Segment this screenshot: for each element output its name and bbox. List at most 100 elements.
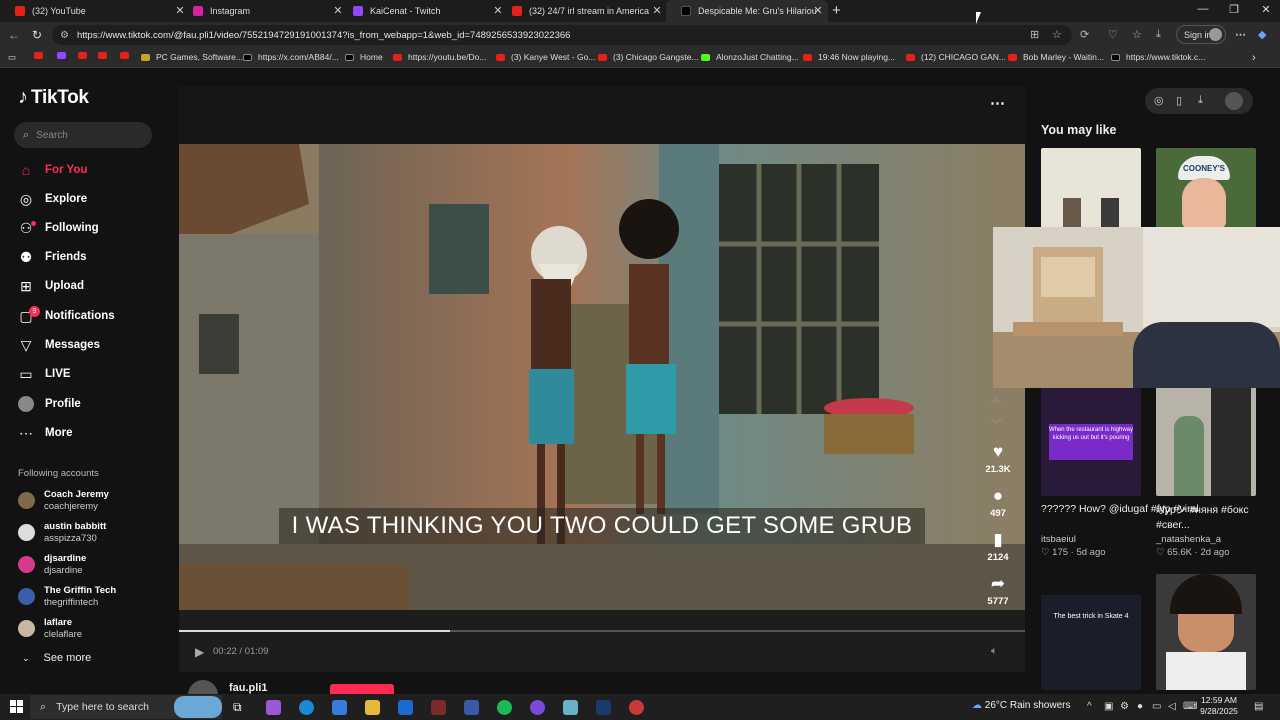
- chevron-up-icon[interactable]: ︿: [991, 390, 1002, 406]
- bookmark-item[interactable]: (3) Kanye West - Go...: [496, 52, 595, 62]
- nav-upload[interactable]: ⊞ Upload: [18, 275, 158, 297]
- search-highlight-icon[interactable]: [174, 696, 222, 718]
- video-progress-bar[interactable]: [179, 630, 1025, 632]
- minimize-button[interactable]: —: [1193, 3, 1213, 15]
- sign-in-button[interactable]: Sign in: [1176, 25, 1226, 44]
- download-icon[interactable]: ⤓: [1198, 94, 1203, 107]
- tray-icon[interactable]: ⚙: [1120, 701, 1129, 712]
- close-icon[interactable]: ✕: [651, 4, 663, 17]
- comment-button[interactable]: ● 497: [978, 486, 1018, 519]
- recommendation-caption[interactable]: #fypシ #няня #бокс #свег...: [1156, 503, 1256, 533]
- save-button[interactable]: ▮ 2124: [978, 530, 1018, 563]
- app-icon[interactable]: [464, 700, 479, 715]
- app-available-icon[interactable]: ⊞: [1030, 28, 1039, 41]
- taskbar-clock[interactable]: 12:59 AM 9/28/2025: [1196, 695, 1242, 717]
- discord-icon[interactable]: [530, 700, 545, 715]
- bookmark-twitch[interactable]: [57, 52, 72, 59]
- nav-profile[interactable]: Profile: [18, 393, 158, 415]
- bookmark-item[interactable]: 19:46 Now playing...: [803, 52, 895, 62]
- file-explorer-icon[interactable]: [365, 700, 380, 715]
- tiktok-logo[interactable]: ♪ TikTok: [18, 86, 89, 109]
- edge-icon[interactable]: [299, 700, 314, 715]
- new-tab-button[interactable]: +: [832, 2, 841, 19]
- favorites-icon[interactable]: ☆: [1132, 28, 1142, 41]
- nav-following[interactable]: ⚇ Following: [18, 217, 158, 239]
- bookmark-item[interactable]: PC Games, Software...: [141, 52, 243, 62]
- copilot-icon[interactable]: ◆: [1258, 28, 1266, 41]
- app-icon[interactable]: [629, 700, 644, 715]
- following-account[interactable]: djsardine djsardine: [18, 552, 158, 580]
- bookmark-youtube-2[interactable]: [78, 52, 93, 59]
- bookmark-item[interactable]: https://x.com/AB84/...: [243, 52, 339, 62]
- tab-tiktok-active[interactable]: Despicable Me: Gru's Hilarious W ✕: [666, 0, 828, 22]
- back-icon[interactable]: ←: [8, 28, 20, 42]
- bookmark-youtube-4[interactable]: [120, 52, 135, 59]
- follow-button[interactable]: [330, 684, 394, 694]
- bookmark-item[interactable]: (3) Chicago Gangste...: [598, 52, 699, 62]
- recommendation-user[interactable]: itsbaeiul: [1041, 534, 1076, 545]
- spotify-icon[interactable]: [497, 700, 512, 715]
- bookmark-item[interactable]: Home: [345, 52, 383, 62]
- copilot-icon[interactable]: [266, 700, 281, 715]
- volume-icon[interactable]: ◁: [1168, 701, 1176, 712]
- volume-icon[interactable]: 🔈︎: [991, 645, 998, 658]
- nav-friends[interactable]: ⚉ Friends: [18, 246, 158, 268]
- like-button[interactable]: ♥ 21.3K: [978, 442, 1018, 475]
- microphone-icon[interactable]: ●: [1137, 701, 1143, 712]
- recommendation-thumbnail[interactable]: When the restaurant is highway kicking u…: [1041, 386, 1141, 496]
- search-input[interactable]: ⌕ Search: [14, 122, 152, 148]
- bookmark-youtube-3[interactable]: [98, 52, 113, 59]
- chevron-down-icon[interactable]: ﹀: [991, 416, 1002, 432]
- notifications-icon[interactable]: ▤: [1254, 701, 1263, 712]
- bookmark-item[interactable]: (12) CHICAGO GAN...: [906, 52, 1006, 62]
- chevron-right-icon[interactable]: ›: [1252, 52, 1256, 64]
- recommendation-user[interactable]: _natashenka_a: [1156, 534, 1221, 545]
- bookmark-item[interactable]: https://youtu.be/Do...: [393, 52, 486, 62]
- site-info-icon[interactable]: ⚙: [60, 30, 69, 41]
- browser-essentials-icon[interactable]: ♡: [1108, 28, 1118, 41]
- reload-icon[interactable]: ↻: [32, 28, 42, 42]
- nav-for-you[interactable]: ⌂ For You: [18, 159, 158, 181]
- show-hidden-icons[interactable]: ^: [1087, 701, 1092, 712]
- downloads-icon[interactable]: ⤓: [1156, 28, 1161, 41]
- settings-more-icon[interactable]: ⋯: [1235, 28, 1246, 41]
- tab-instagram[interactable]: Instagram ✕: [178, 0, 348, 22]
- following-account[interactable]: laflare clelaflare: [18, 616, 158, 644]
- weather-widget[interactable]: ☁ 26°C Rain showers: [972, 700, 1070, 711]
- tab-irl-stream[interactable]: (32) 24/7 irl stream in America ur ✕: [497, 0, 667, 22]
- nav-messages[interactable]: ▽ Messages: [18, 334, 158, 356]
- task-view-icon[interactable]: ⧉: [233, 700, 248, 715]
- more-options-icon[interactable]: ⋯: [990, 94, 1006, 112]
- store-icon[interactable]: [332, 700, 347, 715]
- bookmark-item[interactable]: AlonzoJust Chatting...: [701, 52, 799, 62]
- video-player[interactable]: I WAS THINKING YOU TWO COULD GET SOME GR…: [179, 144, 1025, 610]
- nav-more[interactable]: ⋯ More: [18, 422, 158, 444]
- see-more-button[interactable]: ⌄ See more: [22, 652, 91, 664]
- steam-icon[interactable]: [596, 700, 611, 715]
- explore-icon[interactable]: ◎: [1154, 94, 1164, 107]
- recommendation-thumbnail[interactable]: [1156, 386, 1256, 496]
- app-icon[interactable]: [431, 700, 446, 715]
- app-icon[interactable]: [563, 700, 578, 715]
- extensions-icon[interactable]: ⟳: [1080, 28, 1089, 41]
- network-icon[interactable]: ▭: [1152, 701, 1161, 712]
- phone-icon[interactable]: ▯: [1176, 94, 1182, 107]
- recommendation-thumbnail[interactable]: [1156, 574, 1256, 690]
- nav-explore[interactable]: ◎ Explore: [18, 188, 158, 210]
- windows-start-icon[interactable]: [10, 700, 23, 713]
- nav-live[interactable]: ▭ LIVE: [18, 363, 158, 385]
- following-account[interactable]: Coach Jeremy coachjeremy: [18, 488, 158, 516]
- recommendation-thumbnail[interactable]: [1041, 148, 1141, 228]
- following-account[interactable]: austin babbitt asspizza730: [18, 520, 158, 548]
- play-icon[interactable]: ▶: [195, 645, 204, 659]
- favorite-star-icon[interactable]: ☆: [1052, 28, 1062, 41]
- tray-icon[interactable]: ▣: [1104, 701, 1113, 712]
- bookmark-item[interactable]: https://www.tiktok.c...: [1111, 52, 1205, 62]
- tab-youtube[interactable]: (32) YouTube ✕: [0, 0, 190, 22]
- recommendation-thumbnail[interactable]: The best trick in Skate 4: [1041, 595, 1141, 690]
- close-window-button[interactable]: ✕: [1256, 3, 1276, 16]
- bookmark-youtube-1[interactable]: [34, 52, 49, 59]
- nav-notifications[interactable]: ▢ 9 Notifications: [18, 305, 158, 327]
- maximize-button[interactable]: ❐: [1224, 3, 1244, 16]
- bookmark-item[interactable]: Bob Marley - Waitin...: [1008, 52, 1104, 62]
